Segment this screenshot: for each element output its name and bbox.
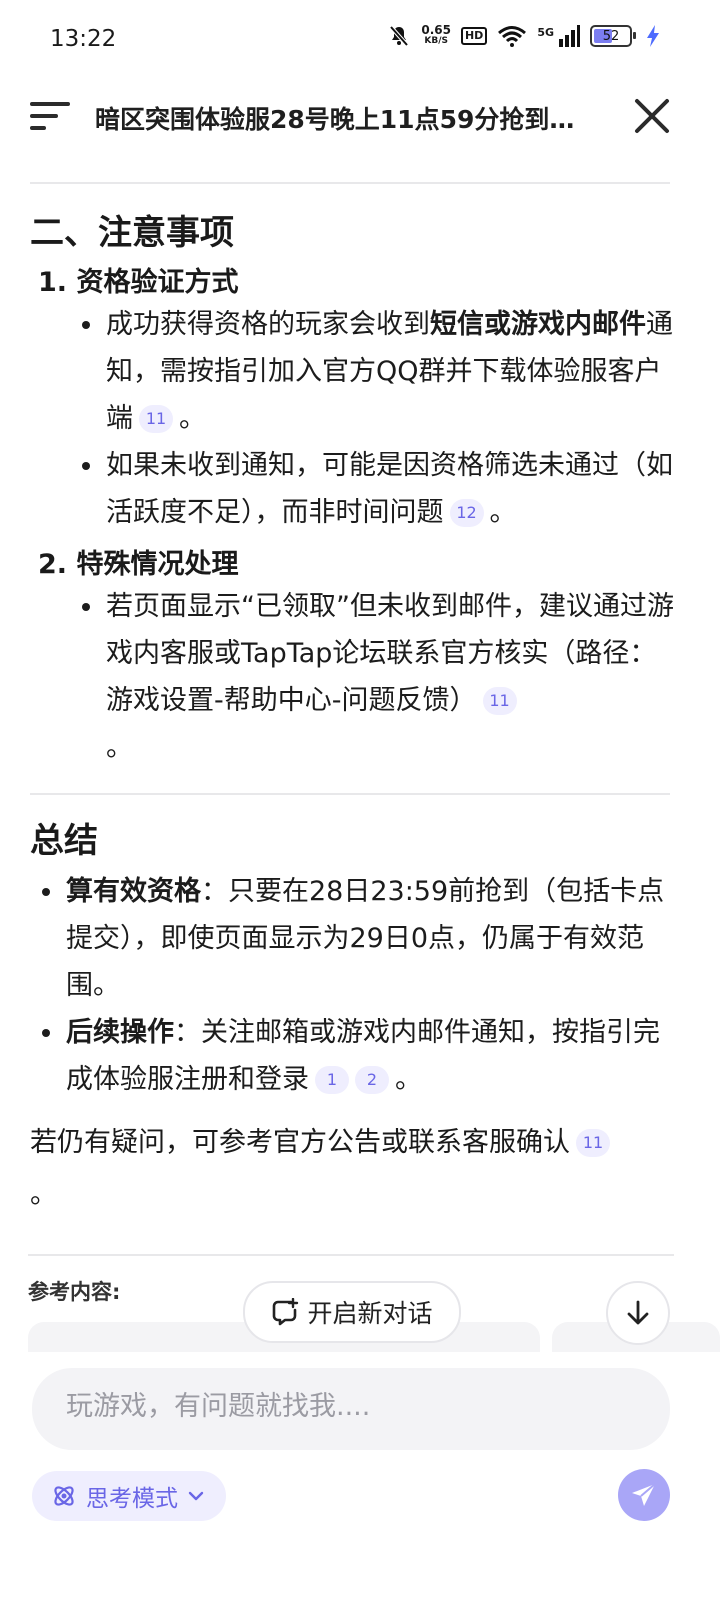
references-divider [28, 1254, 674, 1256]
bullet-list: 若页面显示“已领取”但未收到邮件，建议通过游戏内客服或TapTap论坛联系官方核… [30, 583, 675, 771]
bullet-end: 。 [106, 732, 133, 763]
closing-text: 若仍有疑问，可参考官方公告或联系客服确认 [30, 1127, 570, 1158]
menu-button[interactable] [30, 98, 72, 134]
bullet-text: 如果未收到通知，可能是因资格筛选未通过（如活跃度不足），而非时间问题 [106, 450, 673, 528]
citation-badge[interactable]: 11 [482, 687, 517, 715]
status-bar: 13:22 0.65 KB/S HD 5G 52 [0, 0, 720, 80]
status-icons: 0.65 KB/S HD 5G 52 [387, 24, 660, 48]
chat-input-container [32, 1368, 670, 1450]
chevron-down-icon [188, 1491, 204, 1501]
conversation-title: 暗区突围体验服28号晚上11点59分抢到资格... [95, 105, 595, 134]
battery-level: 52 [602, 28, 620, 44]
bullet-bold-text: 短信或游戏内邮件 [430, 309, 646, 340]
list-item: 若页面显示“已领取”但未收到邮件，建议通过游戏内客服或TapTap论坛联系官方核… [30, 583, 675, 771]
list-item: 如果未收到通知，可能是因资格筛选未通过（如活跃度不足），而非时间问题 12。 [30, 442, 675, 536]
battery-icon: 52 [590, 25, 636, 47]
references-label: 参考内容: [28, 1280, 121, 1304]
closing-paragraph: 若仍有疑问，可参考官方公告或联系客服确认 11 。 [30, 1117, 675, 1221]
citation-badge[interactable]: 11 [139, 405, 173, 433]
header-divider [30, 182, 670, 184]
arrow-down-icon [627, 1300, 649, 1325]
signal-icon [559, 25, 580, 47]
close-icon[interactable] [632, 96, 672, 136]
new-chat-icon [273, 1298, 299, 1326]
mute-bell-icon [389, 25, 409, 47]
bullet-bold-text: 后续操作 [66, 1017, 174, 1048]
bullet-text: 成功获得资格的玩家会收到 [106, 309, 430, 340]
send-icon [632, 1483, 656, 1506]
send-button[interactable] [618, 1469, 670, 1521]
subsection-title: 2. 特殊情况处理 [38, 549, 239, 580]
subsection-title: 1. 资格验证方式 [38, 267, 239, 298]
bullet-text: 若页面显示“已领取”但未收到邮件，建议通过游戏内客服或TapTap论坛联系官方核… [106, 591, 674, 716]
network-speed-unit: KB/S [424, 36, 448, 46]
citation-badge[interactable]: 11 [576, 1129, 610, 1157]
bullet-end: 。 [395, 1064, 422, 1095]
section-divider [30, 793, 670, 795]
list-item: 后续操作：关注邮箱或游戏内邮件通知，按指引完成体验服注册和登录 1 2。 [30, 1009, 675, 1103]
closing-end: 。 [30, 1179, 57, 1210]
chat-header: 暗区突围体验服28号晚上11点59分抢到资格... [0, 82, 720, 152]
charging-bolt-icon [647, 25, 659, 47]
status-time: 13:22 [50, 26, 117, 52]
section-heading: 二、注意事项 [30, 213, 234, 253]
list-item: 算有效资格：只要在28日23:59前抢到（包括卡点提交），即使页面显示为29日0… [30, 868, 675, 1009]
bullet-end: 。 [179, 403, 206, 434]
citation-badge[interactable]: 1 [315, 1066, 349, 1094]
thinking-mode-label: 思考模式 [86, 1486, 178, 1512]
citation-badge[interactable]: 12 [449, 499, 484, 527]
signal-5g-label: 5G [537, 25, 554, 39]
summary-list: 算有效资格：只要在28日23:59前抢到（包括卡点提交），即使页面显示为29日0… [30, 868, 675, 1103]
new-chat-button[interactable]: 开启新对话 [243, 1281, 461, 1343]
network-speed: 0.65 KB/S [421, 23, 451, 47]
citation-badge[interactable]: 2 [355, 1066, 389, 1094]
new-chat-label: 开启新对话 [307, 1299, 433, 1328]
summary-heading: 总结 [30, 821, 98, 861]
bullet-end: 。 [489, 497, 517, 528]
thinking-mode-button[interactable]: 思考模式 [32, 1471, 226, 1521]
list-item: 成功获得资格的玩家会收到短信或游戏内邮件通知，需按指引加入官方QQ群并下载体验服… [30, 301, 675, 442]
hd-icon: HD [460, 27, 488, 45]
atom-icon [54, 1486, 74, 1506]
chat-input[interactable] [64, 1390, 628, 1423]
wifi-icon [498, 26, 527, 47]
scroll-down-button[interactable] [606, 1281, 670, 1345]
answer-content: 二、注意事项 1. 资格验证方式 成功获得资格的玩家会收到短信或游戏内邮件通知，… [30, 195, 675, 1221]
bullet-bold-text: 算有效资格 [66, 876, 201, 907]
bullet-list: 成功获得资格的玩家会收到短信或游戏内邮件通知，需按指引加入官方QQ群并下载体验服… [30, 301, 675, 536]
network-speed-value: 0.65 [421, 23, 451, 37]
